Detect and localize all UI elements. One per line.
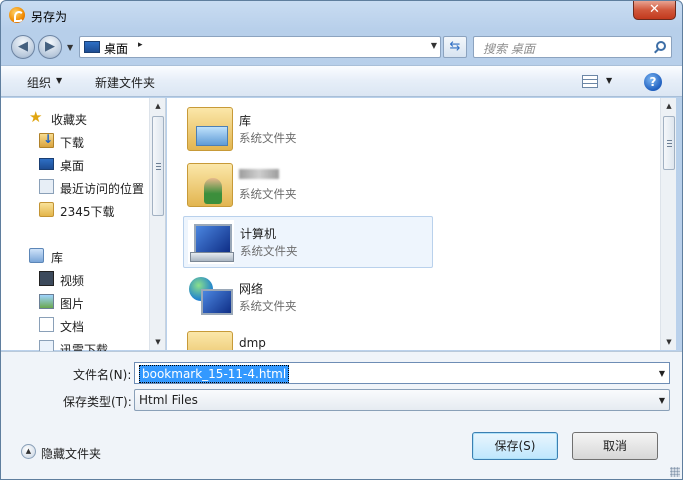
scrollbar-thumb[interactable] xyxy=(152,116,164,216)
organize-button[interactable]: 组织 xyxy=(27,74,51,91)
save-button[interactable]: 保存(S) xyxy=(472,432,558,460)
item-type: 系统文件夹 xyxy=(239,299,297,313)
folder-icon xyxy=(39,202,54,217)
user-folder-icon xyxy=(187,163,233,207)
sidebar-item-label: 收藏夹 xyxy=(51,113,88,127)
sidebar-item-label: 2345下载 xyxy=(60,205,115,219)
sidebar-item-label: 桌面 xyxy=(60,159,85,173)
sidebar-item-label: 库 xyxy=(51,251,64,265)
hide-folders-label[interactable]: 隐藏文件夹 xyxy=(41,445,101,462)
save-form: 文件名(N): bookmark_15-11-4.html ▼ 保存类型(T):… xyxy=(1,351,682,479)
item-name: dmp xyxy=(239,336,266,350)
computer-icon xyxy=(188,220,234,264)
sidebar-item-libraries[interactable]: 库 xyxy=(1,245,149,267)
navigation-pane: ★ 收藏夹 下载 桌面 最近访问的位置 2345下载 库 视频 图 xyxy=(1,98,166,357)
list-item-user-folder[interactable]: 系统文件夹 xyxy=(183,160,433,212)
filename-value[interactable]: bookmark_15-11-4.html xyxy=(139,365,290,383)
chevron-down-icon[interactable]: ▼ xyxy=(56,76,62,85)
new-folder-button[interactable]: 新建文件夹 xyxy=(95,74,155,91)
scroll-up-icon[interactable]: ▲ xyxy=(150,98,166,114)
filetype-label: 保存类型(T): xyxy=(63,395,132,409)
filename-label: 文件名(N): xyxy=(73,368,132,382)
recent-places-icon xyxy=(39,179,54,194)
search-input[interactable]: 搜索 桌面 xyxy=(483,40,535,57)
help-button[interactable]: ? xyxy=(644,73,662,91)
sidebar-item-label: 视频 xyxy=(60,274,85,288)
item-type: 系统文件夹 xyxy=(239,131,297,145)
item-name: 计算机 xyxy=(240,227,277,241)
search-box[interactable]: 搜索 桌面 xyxy=(473,36,672,58)
navigation-scrollbar[interactable]: ▲ ▼ xyxy=(149,98,165,350)
video-library-icon xyxy=(39,271,54,286)
sidebar-item-label: 图片 xyxy=(60,297,85,311)
scroll-down-icon[interactable]: ▼ xyxy=(661,334,677,350)
star-icon: ★ xyxy=(29,108,43,126)
address-dropdown-icon[interactable]: ▼ xyxy=(431,41,437,50)
close-button[interactable]: ✕ xyxy=(633,1,676,20)
refresh-button[interactable]: ⇆ xyxy=(443,36,467,58)
redacted-name-blur xyxy=(239,169,279,179)
documents-library-icon xyxy=(39,317,54,332)
view-options-icon[interactable] xyxy=(582,75,598,88)
sidebar-item-desktop[interactable]: 桌面 xyxy=(1,153,149,175)
app-icon xyxy=(9,7,25,23)
breadcrumb-separator[interactable]: ▸ xyxy=(138,40,143,50)
cancel-button[interactable]: 取消 xyxy=(572,432,658,460)
title-bar[interactable]: 另存为 ✕ xyxy=(1,1,682,29)
scroll-down-icon[interactable]: ▼ xyxy=(150,334,166,350)
pictures-library-icon xyxy=(39,294,54,309)
desktop-icon xyxy=(39,158,54,170)
item-name: 网络 xyxy=(239,282,264,296)
file-list-scrollbar[interactable]: ▲ ▼ xyxy=(660,98,676,350)
folder-icon xyxy=(187,331,233,350)
scrollbar-thumb[interactable] xyxy=(663,116,675,170)
filename-field[interactable]: bookmark_15-11-4.html ▼ xyxy=(134,362,670,384)
list-item-computer[interactable]: 计算机 系统文件夹 xyxy=(183,216,433,268)
network-icon xyxy=(187,275,233,319)
chevron-down-icon[interactable]: ▼ xyxy=(659,369,665,378)
breadcrumb-desktop[interactable]: 桌面 xyxy=(104,40,128,57)
list-item-library[interactable]: 库 系统文件夹 xyxy=(183,104,433,156)
library-folder-icon xyxy=(187,107,233,151)
desktop-icon xyxy=(84,41,100,53)
item-name-redacted xyxy=(239,168,279,182)
search-icon[interactable] xyxy=(656,41,666,51)
resize-grip[interactable] xyxy=(670,467,680,477)
address-bar[interactable]: 桌面 ▸ ▼ xyxy=(79,36,441,58)
item-type: 系统文件夹 xyxy=(239,187,297,201)
list-item-network[interactable]: 网络 系统文件夹 xyxy=(183,272,433,324)
sidebar-item-label: 最近访问的位置 xyxy=(60,182,145,196)
item-name: 库 xyxy=(239,114,252,128)
sidebar-item-documents[interactable]: 文档 xyxy=(1,314,149,336)
sidebar-item-2345-downloads[interactable]: 2345下载 xyxy=(1,199,149,221)
filetype-value: Html Files xyxy=(139,393,198,407)
recent-pages-dropdown[interactable]: ▼ xyxy=(67,43,73,52)
file-list: 库 系统文件夹 系统文件夹 计算机 系统文件夹 网络 系统文件夹 dmp xyxy=(167,98,660,350)
sidebar-item-favorites[interactable]: ★ 收藏夹 xyxy=(1,107,149,129)
window-title: 另存为 xyxy=(31,10,68,24)
chevron-up-icon[interactable]: ▲ xyxy=(21,444,36,459)
chevron-down-icon[interactable]: ▼ xyxy=(659,396,665,405)
sidebar-item-label: 下载 xyxy=(60,136,85,150)
forward-button[interactable]: ▶ xyxy=(38,35,62,59)
navigation-bar: ◀ ▶ ▼ 桌面 ▸ ▼ ⇆ 搜索 桌面 xyxy=(1,30,682,64)
save-as-dialog: 另存为 ✕ ◀ ▶ ▼ 桌面 ▸ ▼ ⇆ 搜索 桌面 组织 ▼ 新建文件夹 ▼ … xyxy=(0,0,683,480)
sidebar-item-label: 文档 xyxy=(60,320,85,334)
sidebar-item-videos[interactable]: 视频 xyxy=(1,268,149,290)
item-type: 系统文件夹 xyxy=(240,244,298,258)
scroll-up-icon[interactable]: ▲ xyxy=(661,98,677,114)
sidebar-item-recent-places[interactable]: 最近访问的位置 xyxy=(1,176,149,198)
downloads-folder-icon xyxy=(39,132,54,148)
filetype-select[interactable]: Html Files ▼ xyxy=(134,389,670,411)
library-icon xyxy=(29,248,44,263)
chevron-down-icon[interactable]: ▼ xyxy=(606,76,612,85)
back-button[interactable]: ◀ xyxy=(11,35,35,59)
command-toolbar: 组织 ▼ 新建文件夹 ▼ ? xyxy=(1,65,682,97)
sidebar-item-downloads[interactable]: 下载 xyxy=(1,130,149,152)
sidebar-item-pictures[interactable]: 图片 xyxy=(1,291,149,313)
list-item-dmp[interactable]: dmp xyxy=(183,328,433,350)
